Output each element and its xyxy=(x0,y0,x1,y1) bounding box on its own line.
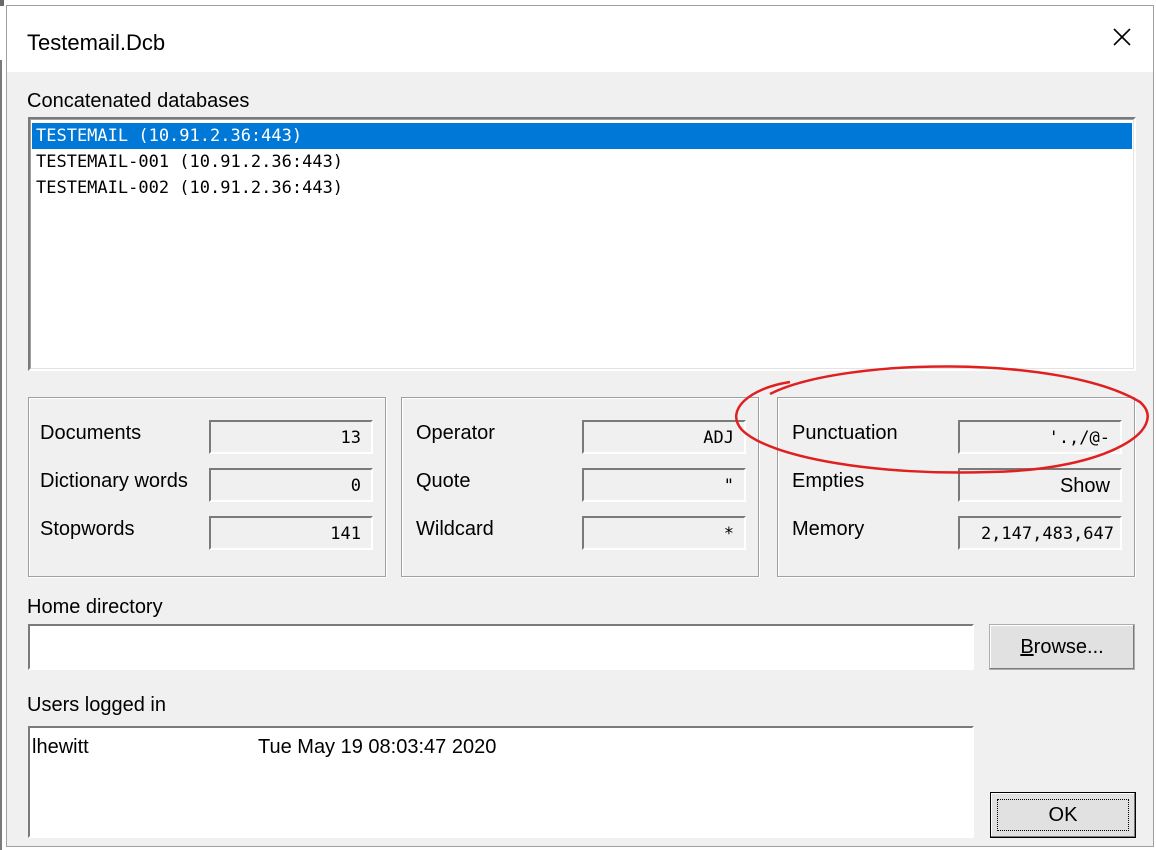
list-item[interactable]: TESTEMAIL-001 (10.91.2.36:443) xyxy=(32,149,1132,175)
concatenated-list[interactable]: TESTEMAIL (10.91.2.36:443) TESTEMAIL-001… xyxy=(28,117,1136,371)
empties-field: Show xyxy=(958,468,1122,502)
list-item-selected[interactable]: TESTEMAIL (10.91.2.36:443) xyxy=(32,123,1132,149)
list-item[interactable]: TESTEMAIL-002 (10.91.2.36:443) xyxy=(32,175,1132,201)
user-row[interactable]: lhewitt Tue May 19 08:03:47 2020 xyxy=(30,728,972,758)
operator-field: ADJ xyxy=(582,420,746,454)
documents-field: 13 xyxy=(209,420,373,454)
ok-focus-rect xyxy=(997,799,1129,831)
quote-field: " xyxy=(582,468,746,502)
browse-label: rowse... xyxy=(1033,636,1104,658)
punctuation-field: '.,/@- xyxy=(958,420,1122,454)
background-mark xyxy=(0,0,4,6)
quote-label: Quote xyxy=(416,470,471,492)
user-login-time: Tue May 19 08:03:47 2020 xyxy=(258,736,497,758)
users-list[interactable]: lhewitt Tue May 19 08:03:47 2020 xyxy=(28,726,974,838)
concatenated-label: Concatenated databases xyxy=(27,90,250,112)
browse-accelerator: B xyxy=(1020,636,1034,658)
wildcard-field: * xyxy=(582,516,746,550)
misc-group: Punctuation '.,/@- Empties Show Memory 2… xyxy=(777,397,1135,577)
title-bar: Testemail.Dcb xyxy=(7,6,1153,72)
dictionary-words-label: Dictionary words xyxy=(40,470,188,492)
search-group: Operator ADJ Quote " Wildcard * xyxy=(401,397,759,577)
documents-label: Documents xyxy=(40,422,142,444)
operator-label: Operator xyxy=(416,422,495,444)
ok-button[interactable]: OK xyxy=(990,792,1136,838)
memory-label: Memory xyxy=(792,518,865,540)
empties-label: Empties xyxy=(792,470,865,492)
users-logged-in-label: Users logged in xyxy=(27,694,166,716)
close-icon[interactable] xyxy=(1105,20,1139,54)
browse-button[interactable]: Browse... xyxy=(989,624,1135,670)
stats-group: Documents 13 Dictionary words 0 Stopword… xyxy=(28,397,386,577)
stopwords-field: 141 xyxy=(209,516,373,550)
dictionary-words-field: 0 xyxy=(209,468,373,502)
user-name: lhewitt xyxy=(32,736,89,758)
dialog-window: Testemail.Dcb Concatenated databases TES… xyxy=(6,5,1154,847)
memory-field: 2,147,483,647 xyxy=(958,516,1122,550)
stopwords-label: Stopwords xyxy=(40,518,135,540)
home-directory-input[interactable] xyxy=(28,624,974,670)
punctuation-label: Punctuation xyxy=(792,422,898,444)
window-title: Testemail.Dcb xyxy=(27,30,166,55)
home-directory-label: Home directory xyxy=(27,596,163,618)
background-edge xyxy=(0,60,2,850)
wildcard-label: Wildcard xyxy=(416,518,494,540)
